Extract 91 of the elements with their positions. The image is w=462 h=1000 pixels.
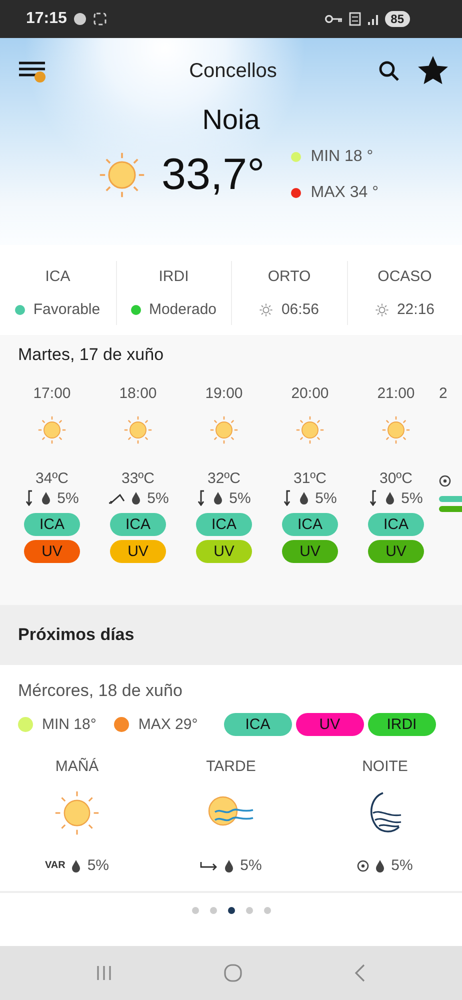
sun-icon xyxy=(380,414,412,446)
period-label: TARDE xyxy=(206,758,256,775)
temperature-limit: MAX 34 ° xyxy=(310,184,378,202)
rain-chance: 5% xyxy=(401,490,423,506)
sun-icon xyxy=(122,414,154,446)
sun-icon xyxy=(259,302,274,316)
index-chip: UV xyxy=(296,713,364,736)
calm-wind-icon xyxy=(439,475,451,487)
status-app-icon xyxy=(72,12,87,26)
rain-chance: 5% xyxy=(87,857,110,874)
hour-temperature: 30ºC xyxy=(380,470,412,487)
sun-icon xyxy=(53,789,101,837)
index-value: Favorable xyxy=(33,301,100,318)
index-chip: UV xyxy=(110,540,166,563)
hour-temperature: 34ºC xyxy=(36,470,68,487)
rain-chance: 5% xyxy=(240,857,262,874)
sun-icon xyxy=(374,302,389,316)
star-icon[interactable] xyxy=(418,56,448,86)
sun-icon xyxy=(294,414,326,446)
search-icon[interactable] xyxy=(378,60,400,82)
hour-label: 20:00 xyxy=(291,385,329,402)
sun-icon xyxy=(208,414,240,446)
index-chip: IRDI xyxy=(368,713,436,736)
sun-icon xyxy=(36,414,68,446)
hour-temperature: 31ºC xyxy=(294,470,326,487)
index-chip: ICA xyxy=(368,513,424,536)
network-icon xyxy=(348,12,361,26)
hour-label: 21:00 xyxy=(377,385,415,402)
rain-drop-icon xyxy=(131,491,142,505)
index-chip: UV xyxy=(282,540,338,563)
period-label: MAÑÁ xyxy=(55,758,99,775)
index-value: Moderado xyxy=(148,301,217,318)
index-title: ORTO xyxy=(268,268,311,285)
temperature-limit: MAX 29° xyxy=(138,716,198,733)
rain-chance: 5% xyxy=(315,490,337,506)
wind-arrow-icon xyxy=(200,860,218,870)
index-chip: UV xyxy=(196,540,252,563)
index-chip: ICA xyxy=(282,513,338,536)
rain-chance: 5% xyxy=(57,490,79,506)
status-time: 17:15 xyxy=(26,10,67,28)
index-chip: ICA xyxy=(196,513,252,536)
index-value: 22:16 xyxy=(396,301,435,318)
rain-chance: 5% xyxy=(229,490,251,506)
rain-chance: 5% xyxy=(147,490,169,506)
hour-label: 2 xyxy=(439,385,448,402)
rain-drop-icon xyxy=(224,858,234,872)
back-icon[interactable] xyxy=(353,964,367,982)
key-icon xyxy=(324,14,343,24)
screen-title: Concellos xyxy=(188,60,278,82)
day-heading: Martes, 17 de xuño xyxy=(17,344,165,365)
page-dot[interactable] xyxy=(264,907,270,914)
rain-chance: 5% xyxy=(391,857,413,874)
current-temperature: 33,7° xyxy=(162,150,265,200)
index-chip: ICA xyxy=(110,513,166,536)
index-chip: ICA xyxy=(24,513,80,536)
temperature-limit: MIN 18° xyxy=(42,716,96,733)
index-value: 06:56 xyxy=(281,301,320,318)
page-dot[interactable] xyxy=(192,907,198,914)
home-icon[interactable] xyxy=(223,963,243,983)
temperature-limit: MIN 18 ° xyxy=(310,148,374,166)
page-dot[interactable] xyxy=(246,907,252,914)
screenshot-icon xyxy=(92,12,107,26)
hour-label: 19:00 xyxy=(205,385,243,402)
hour-temperature: 32ºC xyxy=(208,470,240,487)
recent-apps-icon[interactable] xyxy=(95,964,113,982)
index-chip: UV xyxy=(368,540,424,563)
page-dot[interactable] xyxy=(210,907,216,914)
index-title: IRDI xyxy=(158,268,189,285)
index-title: OCASO xyxy=(378,268,432,285)
rain-drop-icon xyxy=(375,858,386,872)
calm-wind-icon xyxy=(357,860,370,872)
index-title: ICA xyxy=(45,268,70,285)
index-chip: ICA xyxy=(224,713,292,736)
location-name: Noia xyxy=(201,104,261,136)
hour-label: 17:00 xyxy=(33,385,71,402)
hour-temperature: 33ºC xyxy=(122,470,154,487)
rain-drop-icon xyxy=(41,491,52,505)
signal-icon xyxy=(366,13,379,25)
section-heading: Próximos días xyxy=(0,605,462,665)
day-date: Mércores, 18 de xuño xyxy=(17,681,184,701)
hour-label: 18:00 xyxy=(119,385,157,402)
index-chip: UV xyxy=(24,540,80,563)
rain-drop-icon xyxy=(385,491,396,505)
period-label: NOITE xyxy=(362,758,408,775)
rain-drop-icon xyxy=(299,491,310,505)
wind-label: VAR xyxy=(44,860,66,871)
rain-drop-icon xyxy=(71,858,82,872)
battery-indicator: 85 xyxy=(384,11,410,27)
rain-drop-icon xyxy=(213,491,224,505)
wind-arrow-icon xyxy=(107,492,126,504)
page-dot[interactable] xyxy=(228,907,234,914)
